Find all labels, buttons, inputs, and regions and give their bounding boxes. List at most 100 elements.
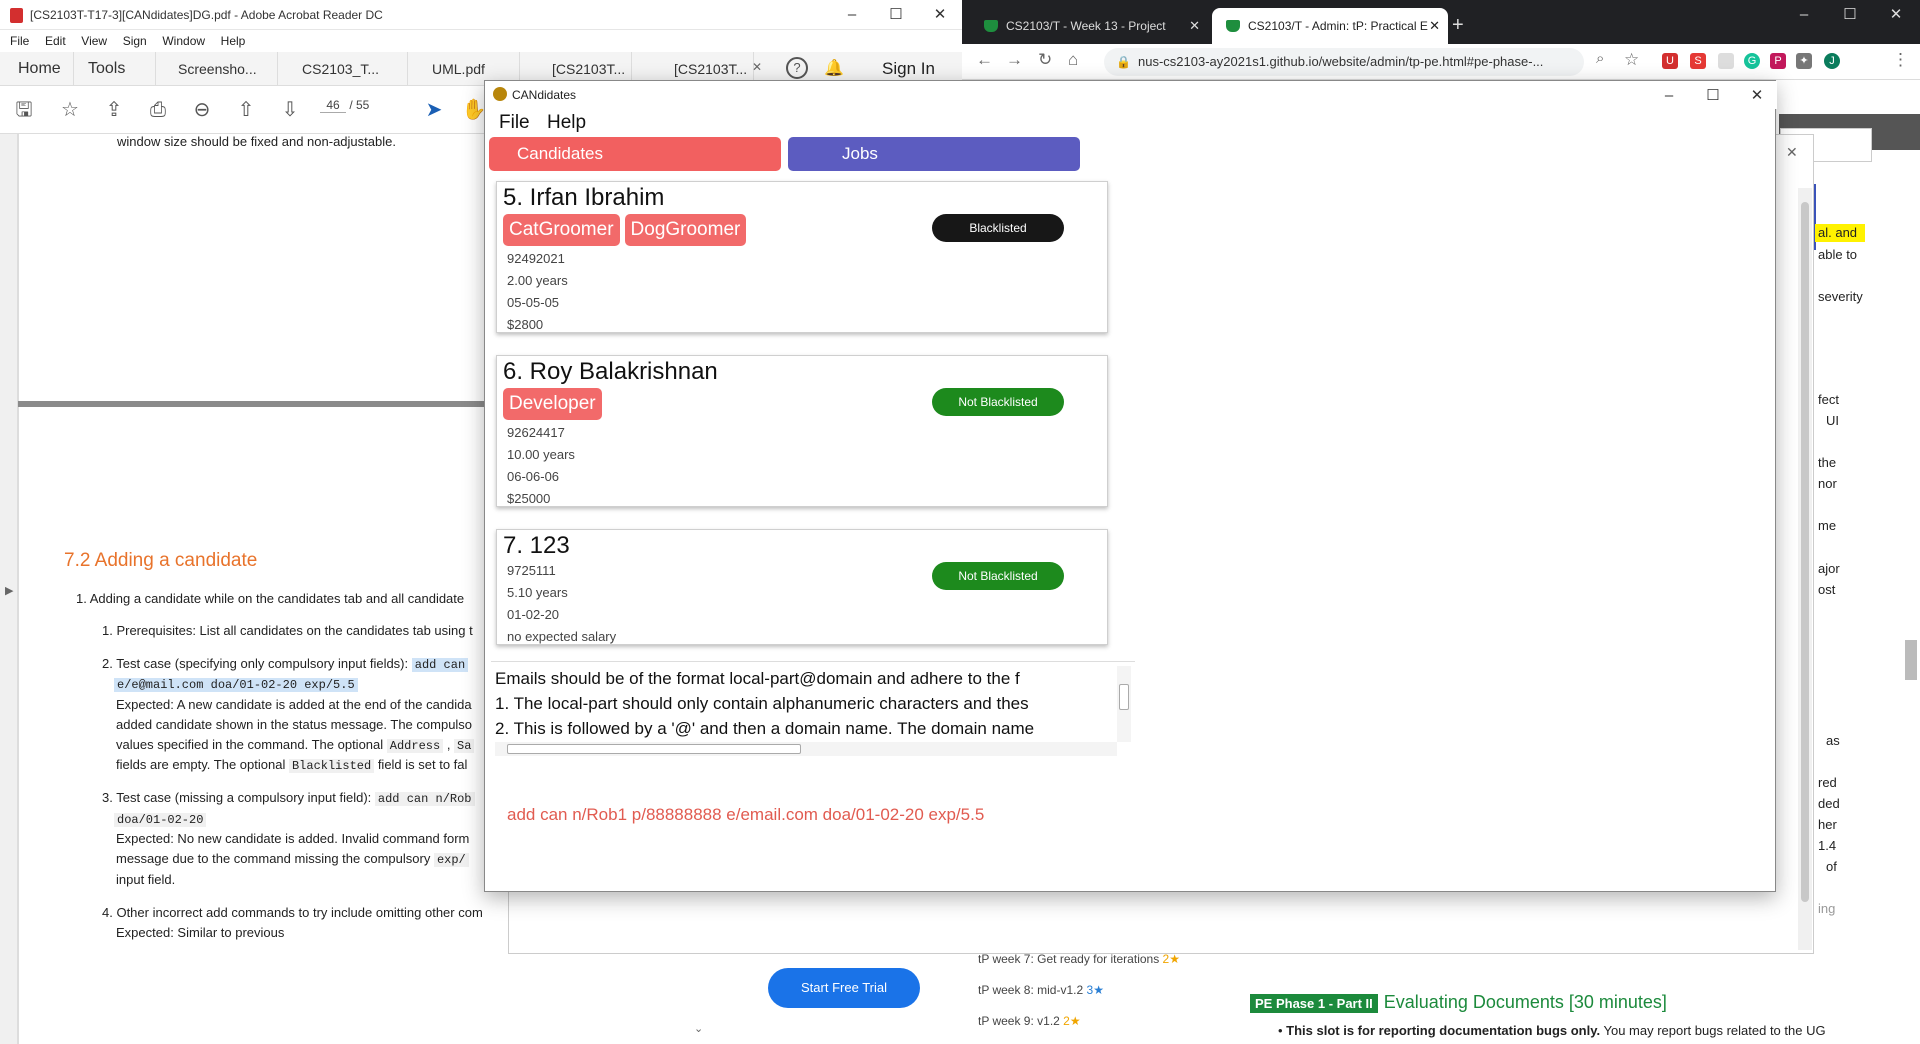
chrome-tab-week13[interactable]: CS2103/T - Week 13 - Project ✕ [970,8,1208,44]
menu-sign[interactable]: Sign [123,30,147,52]
url-text: nus-cs2103-ay2021s1.github.io/website/ad… [1138,54,1544,69]
print-icon[interactable]: ⎙ [144,96,172,124]
page-scrollbar-thumb[interactable] [1905,640,1917,680]
minimize-icon[interactable]: – [830,2,874,28]
menu-file[interactable]: File [10,30,29,52]
result-text: Emails should be of the format local-par… [495,666,1121,742]
new-tab-icon[interactable]: + [1452,14,1464,37]
status-badge: Not Blacklisted [932,562,1064,590]
close-icon[interactable]: ✕ [1735,83,1779,109]
graduation-cap-icon [1226,20,1240,32]
page-snippet: of [1826,859,1837,874]
minimize-icon[interactable]: – [1647,83,1691,109]
close-icon[interactable]: ✕ [1874,2,1918,28]
page-snippet: al. and [1818,225,1858,240]
upload-icon[interactable]: ⇪ [100,96,128,124]
page-down-icon[interactable]: ⇩ [276,96,304,124]
tab-cs2103[interactable]: CS2103_T... [290,52,408,86]
extension-s-icon[interactable]: S [1690,53,1706,69]
profile-avatar[interactable]: J [1824,53,1840,69]
doc-item-1-3: 3. Test case (missing a compulsory input… [102,790,475,806]
candidate-name: 6. Roy Balakrishnan [503,358,718,385]
tag: CatGroomer [503,214,620,246]
tab-screenshot[interactable]: Screensho... [166,52,278,86]
extension-shield-icon[interactable]: U [1662,53,1678,69]
help-icon[interactable]: ? [786,57,808,79]
menu-view[interactable]: View [81,30,107,52]
tab-close-icon[interactable]: ✕ [752,60,762,74]
menu-edit[interactable]: Edit [45,30,66,52]
bell-icon[interactable]: 🔔 [824,58,844,78]
candidate-card[interactable]: 6. Roy Balakrishnan Developer 92624417 1… [496,355,1108,507]
reload-icon[interactable]: ↻ [1038,50,1052,70]
dialog-scrollbar[interactable] [1798,188,1812,950]
result-vertical-scrollbar[interactable] [1117,666,1131,742]
tab-candidates[interactable]: Candidates [489,137,781,171]
close-icon[interactable]: ✕ [918,2,962,28]
extensions-puzzle-icon[interactable]: ✦ [1796,53,1812,69]
doc-item-1: 1. Adding a candidate while on the candi… [76,591,465,606]
chrome-tab-admin[interactable]: CS2103/T - Admin: tP: Practical E ✕ [1212,8,1448,44]
maximize-icon[interactable]: ☐ [1828,2,1872,28]
candidate-date: 05-05-05 [507,295,560,310]
tab-home[interactable]: Home [6,52,74,86]
menu-help[interactable]: Help [547,112,586,134]
page-snippet: the [1818,455,1837,470]
menu-file[interactable]: File [499,112,530,134]
maximize-icon[interactable]: ☐ [1691,83,1735,109]
result-horizontal-scrollbar[interactable] [495,742,1117,756]
sign-in-link[interactable]: Sign In [882,59,935,79]
menu-window[interactable]: Window [162,30,205,52]
candidate-phone: 92624417 [507,425,565,440]
tab-tools[interactable]: Tools [76,52,156,86]
grammarly-icon[interactable]: G [1744,53,1760,69]
forward-icon[interactable]: → [1006,50,1023,70]
dialog-close-icon[interactable]: ✕ [1786,144,1798,161]
doc-line: values specified in the command. The opt… [116,737,475,753]
page-snippet: ing [1818,901,1836,916]
candidate-name: 5. Irfan Ibrahim [503,184,665,211]
command-input[interactable]: add can n/Rob1 p/88888888 e/email.com do… [507,805,984,825]
minimize-icon[interactable]: – [1782,2,1826,28]
doc-line: fields are empty. The optional Blacklist… [116,757,468,773]
start-free-trial-button[interactable]: Start Free Trial [768,968,920,1008]
acrobat-title-bar: [CS2103T-T17-3][CANdidates]DG.pdf - Adob… [0,0,962,30]
acrobat-left-panel[interactable]: ▶ [0,134,18,1044]
tab-close-icon[interactable]: ✕ [1429,8,1440,44]
result-display[interactable]: Emails should be of the format local-par… [491,661,1135,761]
menu-help[interactable]: Help [221,30,246,52]
zoom-icon[interactable]: ⌕ [1596,50,1604,67]
scroll-down-icon[interactable]: ⌄ [694,1022,703,1035]
bookmark-star-icon[interactable]: ☆ [1624,50,1639,70]
page-snippet: me [1818,518,1837,533]
week-link[interactable]: tP week 8: mid-v1.2 3★ [978,983,1104,997]
back-icon[interactable]: ← [976,50,993,70]
candidate-card[interactable]: 7. 123 9725111 5.10 years 01-02-20 no ex… [496,529,1108,645]
candidate-date: 01-02-20 [507,607,560,622]
result-line: 1. The local-part should only contain al… [495,694,1029,713]
tab-jobs[interactable]: Jobs [788,137,1080,171]
week-link[interactable]: tP week 7: Get ready for iterations 2★ [978,952,1180,966]
scrollbar-thumb[interactable] [507,744,801,754]
zoom-out-icon[interactable]: ⊖ [188,96,216,124]
candidate-card[interactable]: 5. Irfan Ibrahim CatGroomer DogGroomer 92… [496,181,1108,333]
bookmark-star-icon[interactable]: ☆ [56,96,84,124]
result-line: Emails should be of the format local-par… [495,669,1020,688]
extension-pocket-icon[interactable]: P [1770,53,1786,69]
extension-grid-icon[interactable] [1718,53,1734,69]
candidate-tags: Developer [503,388,607,420]
address-bar[interactable]: 🔒 nus-cs2103-ay2021s1.github.io/website/… [1104,48,1584,76]
week-link[interactable]: tP week 9: v1.2 2★ [978,1014,1081,1028]
select-cursor-icon[interactable]: ➤ [420,96,448,124]
tab-close-icon[interactable]: ✕ [1189,8,1200,44]
page-up-icon[interactable]: ⇧ [232,96,260,124]
expand-panel-icon[interactable]: ▶ [5,584,13,597]
maximize-icon[interactable]: ☐ [874,2,918,28]
scrollbar-thumb[interactable] [1119,684,1129,710]
page-number-input[interactable]: 46 [320,98,346,113]
more-menu-icon[interactable]: ⋮ [1892,50,1909,70]
tag: Developer [503,388,602,420]
home-icon[interactable]: ⌂ [1068,50,1078,70]
dialog-scrollbar-thumb[interactable] [1801,202,1809,902]
save-icon[interactable]: 🖫 [10,96,38,124]
